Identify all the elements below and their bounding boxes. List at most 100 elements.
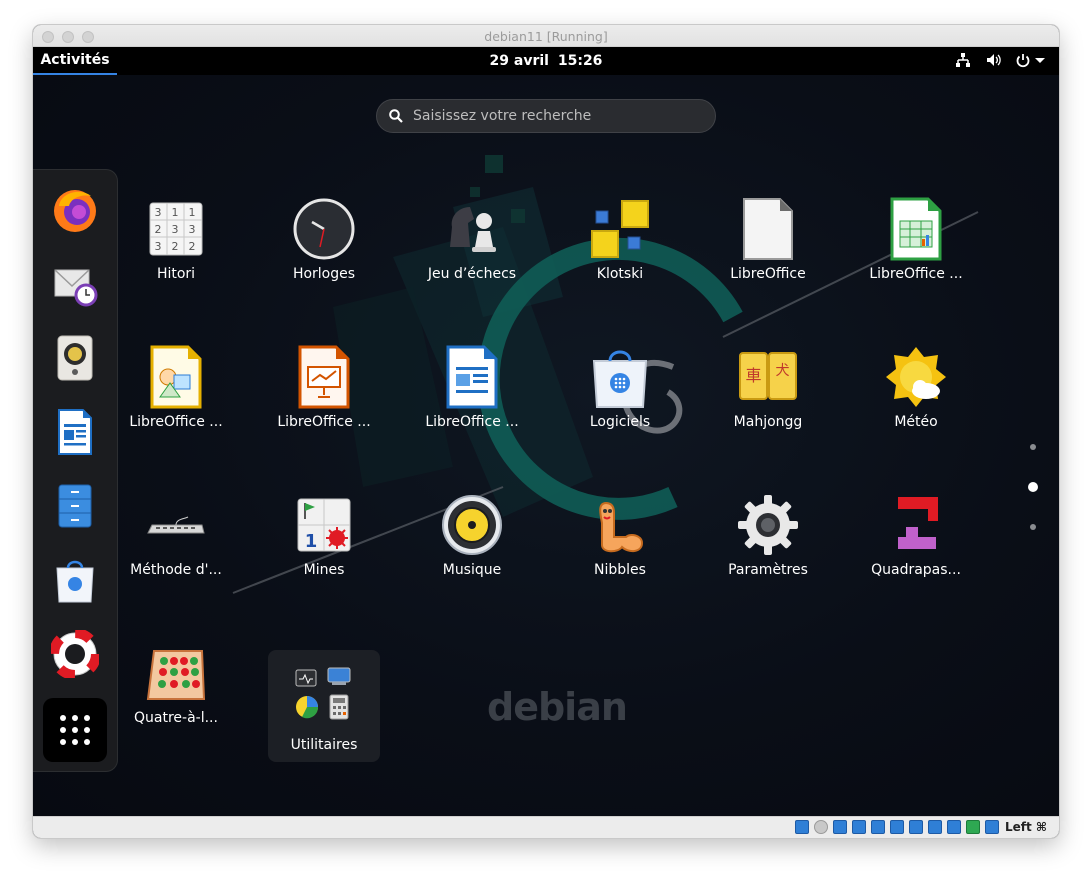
vt-x-icon[interactable] — [947, 820, 961, 834]
app-libreoffice-writer[interactable]: LibreOffice ... — [407, 335, 537, 445]
video-capture-icon[interactable] — [928, 820, 942, 834]
app-libreoffice-calc[interactable]: LibreOffice ... — [851, 187, 981, 297]
app-logiciels[interactable]: Logiciels — [555, 335, 685, 445]
optical-drive-icon[interactable] — [814, 820, 828, 834]
app-hitori[interactable]: 311 233 322 Hitori — [111, 187, 241, 297]
dash-evolution[interactable] — [43, 252, 107, 316]
app-label: Météo — [894, 414, 938, 430]
calc-icon — [890, 197, 942, 261]
app-input-method[interactable]: Méthode d'... — [111, 483, 241, 593]
dash-help[interactable] — [43, 622, 107, 686]
shared-folders-icon[interactable] — [890, 820, 904, 834]
writer-document-icon — [58, 409, 92, 455]
search-box[interactable] — [376, 99, 716, 133]
dash-firefox[interactable] — [43, 178, 107, 242]
app-label: LibreOffice ... — [425, 414, 519, 430]
writer-icon — [446, 345, 498, 409]
lifebuoy-icon — [51, 630, 99, 678]
window-title: debian11 [Running] — [484, 29, 608, 44]
audio-icon[interactable] — [833, 820, 847, 834]
app-grid-icon — [60, 715, 90, 745]
app-nibbles[interactable]: Nibbles — [555, 483, 685, 593]
host-key-label: Left ⌘ — [1004, 820, 1047, 834]
svg-text:3: 3 — [189, 223, 196, 236]
display-icon[interactable] — [909, 820, 923, 834]
svg-text:3: 3 — [172, 223, 179, 236]
app-four-in-a-row[interactable]: Quatre-à-l... — [111, 631, 241, 741]
vm-status-bar: Left ⌘ — [33, 816, 1059, 838]
utilities-folder-icon — [295, 667, 351, 720]
speaker-icon — [57, 335, 93, 381]
software-icon — [592, 350, 648, 408]
impress-icon — [298, 345, 350, 409]
quadrapassel-icon — [898, 497, 938, 549]
software-bag-icon — [56, 560, 94, 603]
app-label: Jeu d’échecs — [427, 266, 517, 282]
svg-text:1: 1 — [172, 206, 179, 219]
app-mines[interactable]: 1 Mines — [259, 483, 389, 593]
app-label: Horloges — [292, 266, 356, 282]
app-label: Hitori — [156, 266, 196, 282]
app-label: LibreOffice — [730, 266, 806, 282]
volume-icon — [987, 54, 1001, 66]
search-icon — [389, 109, 403, 123]
app-chess[interactable]: Jeu d’échecs — [407, 187, 537, 297]
hard-disk-icon[interactable] — [795, 820, 809, 834]
clock-date: 29 avril — [489, 53, 549, 69]
top-bar: Activités 29 avril 15:26 — [33, 47, 1059, 75]
system-tray[interactable] — [955, 52, 1045, 68]
svg-text:1: 1 — [305, 531, 318, 552]
svg-text:2: 2 — [155, 223, 162, 236]
app-label: Mines — [303, 562, 345, 578]
show-applications-button[interactable] — [43, 698, 107, 762]
app-libreoffice[interactable]: LibreOffice — [703, 187, 833, 297]
app-libreoffice-draw[interactable]: LibreOffice ... — [111, 335, 241, 445]
music-icon — [442, 495, 502, 555]
dash-rhythmbox[interactable] — [43, 326, 107, 390]
app-label: Musique — [442, 562, 502, 578]
mouse-integration-icon[interactable] — [966, 820, 980, 834]
app-klotski[interactable]: Klotski — [555, 187, 685, 297]
app-meteo[interactable]: Météo — [851, 335, 981, 445]
app-mahjongg[interactable]: 車 犬 Mahjongg — [703, 335, 833, 445]
vm-window: debian11 [Running] debian Activités 29 a… — [33, 25, 1059, 838]
firefox-icon — [54, 190, 96, 232]
app-label: Paramètres — [728, 562, 808, 578]
app-parametres[interactable]: Paramètres — [703, 483, 833, 593]
gnome-desktop: debian Activités 29 avril 15:26 Saisisse… — [33, 47, 1059, 816]
dash-files[interactable] — [43, 474, 107, 538]
usb-icon[interactable] — [871, 820, 885, 834]
clock-icon — [293, 198, 355, 260]
folder-utilitaires[interactable]: Utilitaires — [268, 650, 380, 762]
app-label: Méthode d'... — [130, 562, 222, 578]
search-input[interactable] — [413, 108, 693, 124]
chess-icon — [450, 207, 496, 252]
mail-clock-icon — [54, 269, 98, 307]
page-indicator-1[interactable] — [1030, 444, 1036, 450]
keyboard-capture-icon[interactable] — [985, 820, 999, 834]
page-indicator-2[interactable] — [1028, 482, 1038, 492]
dash-software[interactable] — [43, 548, 107, 612]
page-indicator-3[interactable] — [1030, 524, 1036, 530]
keyboard-icon — [147, 516, 205, 534]
file-cabinet-icon — [58, 484, 92, 528]
app-musique[interactable]: Musique — [407, 483, 537, 593]
dash-writer[interactable] — [43, 400, 107, 464]
settings-gear-icon — [738, 495, 798, 555]
app-label: LibreOffice ... — [277, 414, 371, 430]
svg-text:車: 車 — [745, 366, 761, 385]
app-label: Quadrapas... — [871, 562, 961, 578]
app-quadrapassel[interactable]: Quadrapas... — [851, 483, 981, 593]
dash — [33, 169, 118, 772]
mahjongg-icon: 車 犬 — [739, 352, 797, 400]
four-in-a-row-icon — [146, 650, 206, 700]
clock[interactable]: 29 avril 15:26 — [33, 53, 1059, 69]
app-libreoffice-impress[interactable]: LibreOffice ... — [259, 335, 389, 445]
app-label: Mahjongg — [733, 414, 803, 430]
app-horloges[interactable]: Horloges — [259, 187, 389, 297]
draw-icon — [150, 345, 202, 409]
network-adapter-icon[interactable] — [852, 820, 866, 834]
klotski-icon — [591, 200, 649, 258]
svg-text:1: 1 — [189, 206, 196, 219]
app-label: Klotski — [596, 266, 644, 282]
